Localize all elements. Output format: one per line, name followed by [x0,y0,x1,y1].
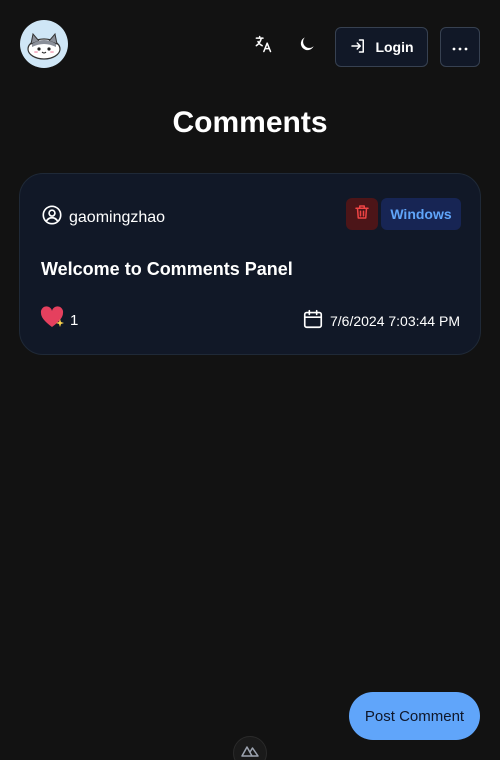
trash-icon [353,203,371,226]
page: Login Comments gaomingzhao Windows Welco… [0,0,500,760]
login-label: Login [375,39,414,55]
moon-icon[interactable] [295,32,319,56]
sparkling-heart-icon [40,306,66,334]
comment-body: Welcome to Comments Panel [41,259,293,279]
login-arrow-icon [349,37,367,58]
comment-author: gaomingzhao [41,204,165,231]
cat-avatar-icon[interactable] [20,20,68,68]
ellipsis-icon [452,38,468,56]
os-badge: Windows [381,198,461,230]
page-title: Comments [172,106,328,139]
nuxt-logo-icon[interactable] [233,736,267,760]
post-comment-button[interactable]: Post Comment [349,692,480,740]
translate-icon[interactable] [251,32,275,56]
calendar-icon [302,308,324,333]
comment-username: gaomingzhao [69,208,166,226]
delete-comment-button[interactable] [346,198,378,230]
login-button[interactable]: Login [335,27,428,67]
comment-date-text: 7/6/2024 7:03:44 PM [330,312,460,329]
like-count: 1 [70,311,79,329]
comment-card: gaomingzhao Windows Welcome to Comments … [19,173,481,355]
more-menu-button[interactable] [440,27,480,67]
comment-date: 7/6/2024 7:03:44 PM [302,308,460,333]
user-circle-icon [41,204,63,231]
like-button[interactable]: 1 [40,306,78,334]
